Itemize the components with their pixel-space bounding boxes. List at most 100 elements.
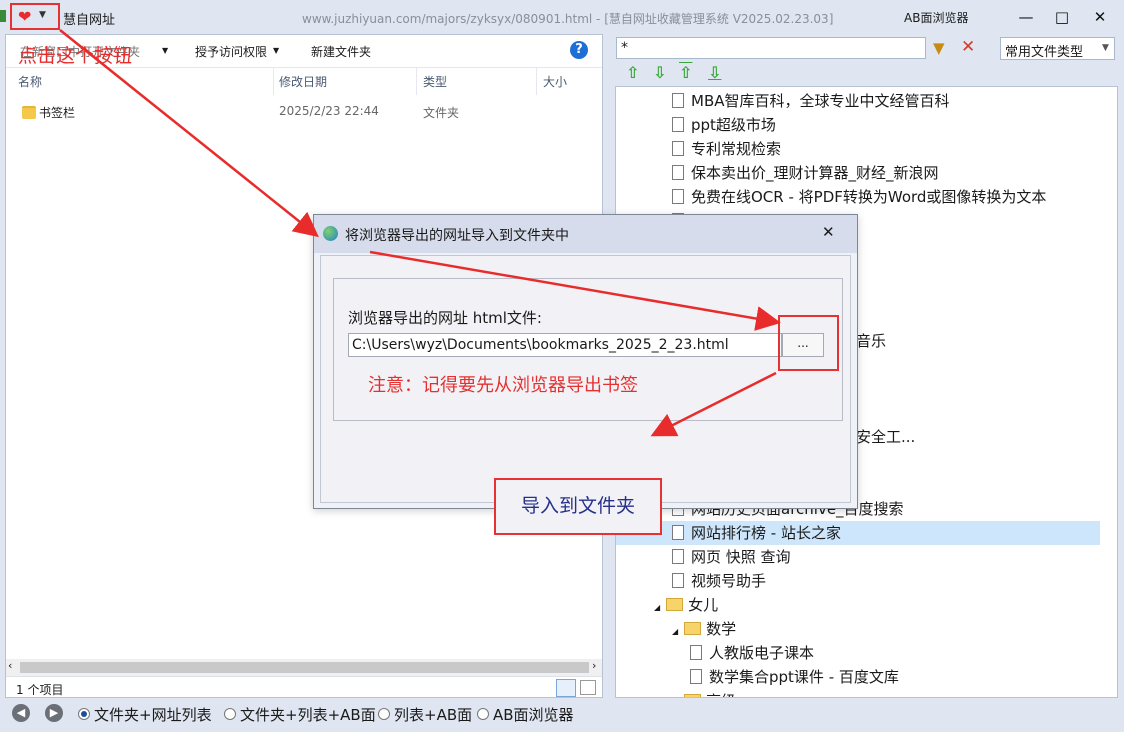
tree-folder[interactable]: ◢高级 — [616, 689, 1100, 697]
file-type: 文件夹 — [423, 106, 460, 120]
tree-label: 网站排行榜 - 站长之家 — [691, 524, 841, 542]
move-top-icon[interactable]: ⇧ — [679, 63, 692, 82]
table-row[interactable]: 书签栏 2025/2/23 22:44 文件夹 — [6, 99, 602, 123]
tree-item[interactable]: 网站排行榜 - 站长之家 — [616, 521, 1100, 545]
radio-list-ab[interactable]: 列表+AB面 — [378, 704, 472, 725]
ab-browser-label: AB面浏览器 — [904, 11, 969, 25]
tree-item[interactable]: 视频号助手 — [616, 569, 1100, 593]
dialog-close-button[interactable]: ✕ — [822, 223, 835, 241]
tree-item[interactable]: MBA智库百科，全球专业中文经管百科 — [616, 89, 1100, 113]
move-up-icon[interactable]: ⇧ — [626, 63, 639, 82]
minimize-button[interactable]: — — [1011, 6, 1041, 28]
app-icon — [0, 10, 6, 22]
tree-label: ppt超级市场 — [691, 116, 776, 134]
document-icon — [672, 93, 684, 108]
folder-icon — [22, 106, 36, 119]
globe-icon — [323, 226, 338, 241]
scroll-right-icon[interactable]: › — [592, 659, 596, 672]
tree-item[interactable]: 网页 快照 查询 — [616, 545, 1100, 569]
tree-item[interactable]: 保本卖出价_理财计算器_财经_新浪网 — [616, 161, 1100, 185]
document-icon — [672, 141, 684, 156]
import-dialog: 将浏览器导出的网址导入到文件夹中 ✕ 浏览器导出的网址 html文件: C:\U… — [313, 214, 858, 535]
move-down-icon[interactable]: ⇩ — [653, 63, 666, 82]
tree-label: 免费在线OCR - 将PDF转换为Word或图像转换为文本 — [691, 188, 1047, 206]
grant-access-button[interactable]: 授予访问权限 — [195, 43, 267, 60]
import-to-folder-button[interactable]: 导入到文件夹 — [494, 478, 662, 535]
move-bottom-icon[interactable]: ⇩ — [708, 63, 721, 82]
tree-label: 高级 — [706, 692, 736, 697]
column-divider[interactable] — [416, 67, 417, 95]
back-icon[interactable]: ◀ — [12, 704, 30, 722]
file-type-select[interactable]: 常用文件类型 ▼ — [1000, 37, 1115, 60]
html-file-path-input[interactable]: C:\Users\wyz\Documents\bookmarks_2025_2_… — [348, 333, 782, 357]
tree-item[interactable]: ppt超级市场 — [616, 113, 1100, 137]
tree-item[interactable]: 免费在线OCR - 将PDF转换为Word或图像转换为文本 — [616, 185, 1100, 209]
dialog-title-bar: 将浏览器导出的网址导入到文件夹中 ✕ — [314, 215, 857, 253]
chevron-down-icon: ▼ — [162, 46, 169, 55]
chevron-down-icon: ▼ — [273, 46, 280, 55]
file-name: 书签栏 — [39, 106, 76, 120]
folder-icon — [684, 694, 702, 697]
tree-folder[interactable]: ◢ 数学 — [616, 617, 1100, 641]
horizontal-scrollbar[interactable]: ‹ › — [6, 659, 602, 676]
document-icon — [672, 189, 684, 204]
column-divider[interactable] — [273, 67, 274, 95]
expand-icon[interactable]: ◢ — [672, 627, 678, 636]
radio-folder-list-ab[interactable]: 文件夹+列表+AB面 — [224, 704, 376, 725]
radio-button[interactable] — [477, 708, 489, 720]
tree-folder[interactable]: ◢ 女儿 — [616, 593, 1100, 617]
forward-icon[interactable]: ▶ — [45, 704, 63, 722]
close-window-button[interactable]: ✕ — [1085, 6, 1115, 28]
document-icon — [672, 573, 684, 588]
column-divider[interactable] — [536, 67, 537, 95]
search-value: * — [621, 40, 628, 56]
filter-icon[interactable]: ▼ — [933, 39, 945, 57]
help-icon[interactable]: ? — [570, 41, 588, 59]
tree-label: 网页 快照 查询 — [691, 548, 791, 566]
radio-label: 文件夹+列表+AB面 — [240, 706, 376, 724]
tree-label: 数学 — [706, 620, 737, 638]
document-icon — [672, 525, 684, 540]
radio-label: 文件夹+网址列表 — [94, 706, 212, 724]
search-input[interactable]: * — [616, 37, 926, 59]
radio-label: AB面浏览器 — [493, 706, 574, 724]
scroll-left-icon[interactable]: ‹ — [8, 659, 12, 672]
radio-button[interactable] — [224, 708, 236, 720]
tree-item[interactable]: 专利常规检索 — [616, 137, 1100, 161]
radio-button[interactable] — [378, 708, 390, 720]
tree-label: 视频号助手 — [691, 572, 767, 590]
column-header-type[interactable]: 类型 — [423, 73, 447, 90]
tree-item[interactable]: 数学集合ppt课件 - 百度文库 — [616, 665, 1100, 689]
tree-label: 女儿 — [688, 596, 719, 614]
heart-icon: ❤ — [18, 7, 32, 26]
dropdown-arrow-icon: ▼ — [39, 10, 46, 20]
column-header-name[interactable]: 名称 — [18, 73, 42, 90]
dialog-title: 将浏览器导出的网址导入到文件夹中 — [345, 228, 569, 244]
details-view-icon[interactable] — [556, 679, 576, 697]
clear-icon[interactable]: ✕ — [961, 37, 975, 57]
radio-folder-url-list[interactable]: 文件夹+网址列表 — [78, 704, 212, 725]
export-note: 注意：记得要先从浏览器导出书签 — [368, 375, 638, 396]
folder-icon — [666, 598, 684, 611]
window-title: www.juzhiyuan.com/majors/zyksyx/080901.h… — [302, 12, 834, 26]
app-name: 慧自网址 — [63, 13, 116, 28]
item-count: 1 个项目 — [16, 683, 64, 697]
explorer-status-bar: 1 个项目 — [6, 676, 602, 699]
radio-ab-browser[interactable]: AB面浏览器 — [477, 704, 574, 725]
favorites-menu-button[interactable]: ❤ ▼ — [10, 3, 60, 30]
tiles-view-icon[interactable] — [580, 680, 596, 695]
title-bar: ❤ ▼ 慧自网址 www.juzhiyuan.com/majors/zyksyx… — [0, 0, 1124, 34]
annotation-text: 点击这个按钮 — [18, 45, 133, 67]
column-header-size[interactable]: 大小 — [543, 73, 567, 90]
maximize-button[interactable]: □ — [1047, 6, 1077, 28]
expand-icon[interactable]: ◢ — [654, 603, 660, 612]
tree-label: 数学集合ppt课件 - 百度文库 — [709, 668, 899, 686]
radio-button[interactable] — [78, 708, 90, 720]
column-header-date[interactable]: 修改日期 — [279, 73, 327, 90]
scrollbar-thumb[interactable] — [20, 662, 589, 673]
radio-label: 列表+AB面 — [394, 706, 473, 724]
file-group-box: 浏览器导出的网址 html文件: C:\Users\wyz\Documents\… — [333, 278, 843, 421]
tree-item[interactable]: 人教版电子课本 — [616, 641, 1100, 665]
document-icon — [690, 645, 702, 660]
new-folder-button[interactable]: 新建文件夹 — [311, 43, 371, 60]
